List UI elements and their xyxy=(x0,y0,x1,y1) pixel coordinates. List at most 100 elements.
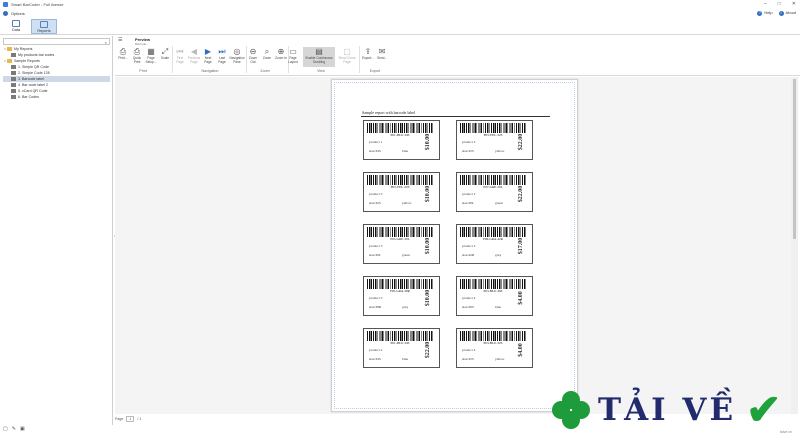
show-cover-button[interactable]: ▢ Show Cover Page xyxy=(336,47,358,67)
product-size: size:34S xyxy=(369,149,381,153)
zoom-out-button[interactable]: ⊖ Zoom Out xyxy=(246,47,260,67)
report-icon xyxy=(11,77,16,81)
group-export: Export xyxy=(369,69,381,73)
tab-reports[interactable]: Reports xyxy=(31,19,57,34)
report-icon xyxy=(11,83,16,87)
ribbon: ☰ Preview Barcode... ⎙ Print... ⎙ Quick Pr… xyxy=(115,36,800,76)
zoom-out-icon: ⊖ xyxy=(249,47,257,56)
delete-report-icon[interactable]: ▣ xyxy=(20,426,25,432)
product-color: gray xyxy=(402,305,409,309)
next-page-button[interactable]: ▶ Next Page xyxy=(201,47,215,67)
scale-button[interactable]: ⤢ Scale xyxy=(158,47,172,67)
barcode-label: P03-YEL-32S product 2 size:32S yellow $2… xyxy=(456,120,533,160)
product-color: yellow xyxy=(402,201,412,205)
product-name: product 2 xyxy=(462,244,476,248)
tree-search-input[interactable]: ⌕ xyxy=(3,38,110,45)
tab-data[interactable]: Data xyxy=(3,19,29,34)
barcode-image xyxy=(460,331,526,341)
product-size: size:42R xyxy=(462,253,475,257)
continuous-scroll-icon: ▤ xyxy=(315,47,323,56)
options-bar: Options xyxy=(0,9,800,18)
barcode-label: P03-YEL-32S product 3 size:32S yellow $1… xyxy=(363,172,440,212)
page-number-input[interactable]: 1 xyxy=(126,416,135,422)
reports-icon xyxy=(40,21,48,28)
barcode-image xyxy=(367,331,433,341)
report-icon xyxy=(11,65,16,69)
barcode-text: P03-BLU-36S xyxy=(483,289,503,293)
barcode-image xyxy=(367,227,433,237)
product-name: product 3 xyxy=(369,296,383,300)
barcode-image xyxy=(460,175,526,185)
checkmark-icon: ✔ xyxy=(746,386,782,433)
previous-page-icon: ◀ xyxy=(190,47,198,56)
navigation-pane-button[interactable]: ◎ Navigation Pane xyxy=(229,47,245,67)
product-size: size:36S xyxy=(462,305,474,309)
product-size: size:34S xyxy=(369,357,381,361)
close-icon[interactable]: ✕ xyxy=(792,1,796,7)
help-about: ? Help i About xyxy=(757,10,796,16)
preview-area: Sample report with barcode label P01-BLU… xyxy=(115,77,798,414)
page-setup-icon: ▦ xyxy=(147,47,155,56)
new-report-icon[interactable]: ▢ xyxy=(3,426,8,432)
product-color: green xyxy=(402,253,410,257)
group-navigation: Navigation xyxy=(201,69,219,73)
last-page-icon: ⏭ xyxy=(218,47,226,56)
send-button[interactable]: ✉ Send... xyxy=(375,47,389,67)
page-layout-button[interactable]: ▭ Page Layout xyxy=(285,47,301,67)
print-button[interactable]: ⎙ Print... xyxy=(116,47,130,67)
tab-preview-sub: Barcode... xyxy=(135,42,149,46)
folder-icon xyxy=(7,59,12,63)
edit-report-icon[interactable]: ✎ xyxy=(12,426,16,432)
options-icon[interactable] xyxy=(3,11,8,16)
page-count: / 1 xyxy=(137,417,142,421)
report-title: Sample report with barcode label xyxy=(362,110,416,115)
continuous-scrolling-button[interactable]: ▤ Enable Continuous Scrolling xyxy=(303,47,335,67)
options-menu[interactable]: Options xyxy=(11,11,25,16)
first-page-button[interactable]: ⏮ First Page xyxy=(173,47,187,67)
barcode-label: P01-BLU-34S product 2 size:34S blue $22.… xyxy=(363,328,440,368)
title-bar: Smart BarCoder - Full license – □ ✕ xyxy=(0,0,800,9)
group-view: View xyxy=(317,69,325,73)
maximize-icon[interactable]: □ xyxy=(778,1,781,7)
barcode-label: P09-GRA-42R product 2 size:42R gray $17.… xyxy=(456,224,533,264)
product-name: product 4 xyxy=(462,296,476,300)
page-label: Page xyxy=(115,417,124,421)
tree-item-bar-codes[interactable]: 6. Bar Codes xyxy=(3,94,110,100)
product-size: size:32S xyxy=(462,149,474,153)
quick-print-icon: ⎙ xyxy=(133,47,141,56)
database-icon xyxy=(12,20,20,27)
help-button[interactable]: ? Help xyxy=(757,10,773,16)
export-button[interactable]: ⇪ Export... xyxy=(361,47,375,67)
zoom-icon: ⌕ xyxy=(264,47,270,56)
scrollbar-thumb[interactable] xyxy=(793,79,796,239)
report-tree-panel: ⌕ ▾ My Reports My products bar codes ▾ S… xyxy=(0,36,113,425)
barcode-image xyxy=(460,279,526,289)
export-icon: ⇪ xyxy=(364,47,372,56)
search-icon[interactable]: ⌕ xyxy=(105,40,107,45)
barcode-image xyxy=(367,279,433,289)
barcode-text: P05-GRE-30L xyxy=(390,237,410,241)
barcode-label: P01-BLU-34S product 1 size:34S blue $10.… xyxy=(363,120,440,160)
zoom-dropdown[interactable]: ⌕ Zoom xyxy=(260,47,274,67)
barcode-text: P09-GRA-42R xyxy=(483,237,503,241)
minimize-icon[interactable]: – xyxy=(764,1,767,7)
product-color: blue xyxy=(402,149,409,153)
barcode-image xyxy=(367,175,433,185)
about-button[interactable]: i About xyxy=(778,10,796,16)
ribbon-menu-icon[interactable]: ☰ xyxy=(118,37,122,43)
report-tree: ▾ My Reports My products bar codes ▾ Sam… xyxy=(3,46,110,100)
barcode-image xyxy=(460,123,526,133)
barcode-text: P03-YEL-32S xyxy=(390,185,410,189)
top-navigation: Data Reports xyxy=(0,18,800,35)
folder-icon xyxy=(7,47,12,51)
last-page-button[interactable]: ⏭ Last Page xyxy=(215,47,229,67)
page-setup-button[interactable]: ▦ Page Setup... xyxy=(144,47,158,67)
product-price: $22.00 xyxy=(518,133,524,151)
quick-print-button[interactable]: ⎙ Quick Print xyxy=(130,47,144,67)
product-name: product 2 xyxy=(462,192,476,196)
watermark-text: TẢI VỀ xyxy=(598,391,737,428)
barcode-label: P03-BLU-32S product 4 size:32S yellow $4… xyxy=(456,328,533,368)
product-price: $22.00 xyxy=(518,185,524,203)
previous-page-button[interactable]: ◀ Previous Page xyxy=(187,47,201,67)
preview-scrollbar[interactable] xyxy=(791,77,798,414)
